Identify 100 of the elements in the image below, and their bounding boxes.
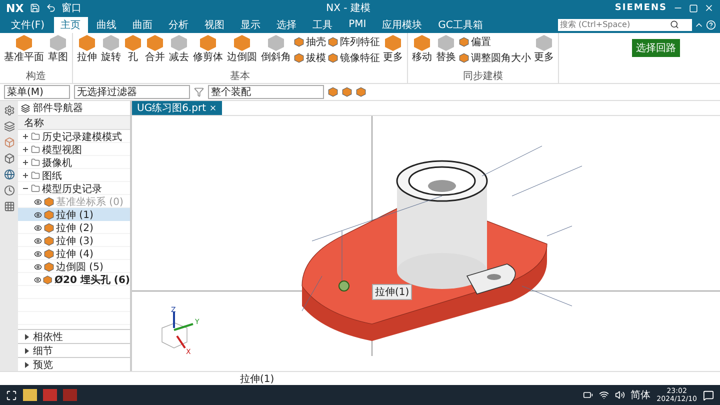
search-field[interactable]: 搜索 (Ctrl+Space) [558,18,692,30]
cube-icon [438,35,454,51]
ribbon-button[interactable]: 减去 [168,35,190,71]
ribbon-button[interactable]: 合并 [144,35,166,71]
folder-icon [31,145,40,154]
ribbon-button[interactable]: 移动 [411,35,433,71]
ribbon-button[interactable]: 偏置 [459,35,531,49]
ribbon-button[interactable]: 镜像特征 [328,51,380,65]
menu-tab[interactable]: 主页 [54,16,88,32]
tree-item[interactable]: 边倒圆 (5) [18,260,130,273]
ribbon-button[interactable]: 更多 [533,35,555,71]
menu-tab[interactable]: 工具 [306,16,340,32]
tree-item-label: 基准坐标系 (0) [56,196,124,208]
notification-icon[interactable] [703,390,714,400]
selection-widget[interactable]: 选择回路 [632,39,680,57]
eye-icon[interactable] [34,262,42,270]
ime-indicator[interactable]: 简体 [630,388,651,402]
cube-icon [103,35,119,51]
cube-icon[interactable] [4,153,14,164]
ribbon-button[interactable]: 调整圆角大小 [459,51,531,65]
save-icon[interactable] [30,3,40,13]
expand-icon[interactable] [22,172,28,178]
menu-tab[interactable]: 曲面 [126,16,160,32]
menu-tab[interactable]: 视图 [198,16,232,32]
tree-item[interactable]: 摄像机 [18,156,130,169]
grid-icon[interactable] [4,201,14,212]
ribbon-button[interactable]: 抽壳 [294,35,326,49]
menu-tab[interactable]: 显示 [234,16,268,32]
menu-tab[interactable]: 选择 [270,16,304,32]
expand-icon[interactable] [22,160,28,166]
tree-item-label: 摄像机 [42,156,72,170]
menu-tab[interactable]: GC工具箱 [431,16,490,32]
tree-item[interactable]: 拉伸 (4) [18,247,130,260]
search-icon[interactable] [670,20,679,29]
expand-icon[interactable] [22,134,28,140]
ribbon-button[interactable]: 拔模 [294,51,326,65]
help-icon[interactable] [706,20,716,30]
tree-item[interactable]: 拉伸 (3) [18,234,130,247]
ribbon-button[interactable]: 更多 [382,35,404,71]
ribbon-button[interactable]: 基准平面 [3,35,45,71]
expand-icon[interactable] [25,362,29,368]
eye-icon[interactable] [34,250,42,258]
brand-logo: SIEMENS [614,3,667,13]
menu-tab[interactable]: 文件(F) [4,16,52,32]
settings-icon[interactable] [4,105,14,116]
document-tab[interactable]: UG练习图6.prt [132,101,222,115]
navigator-title: 部件导航器 [33,102,83,115]
scope-dropdown[interactable]: 整个装配 [208,85,324,99]
eye-icon[interactable] [34,210,42,218]
tree-item[interactable]: 历史记录建模模式 [18,130,130,143]
ribbon-button[interactable]: 阵列特征 [328,35,380,49]
folder-icon [31,184,40,193]
menu-dropdown[interactable]: 菜单(M) [4,85,70,99]
eye-icon[interactable] [34,224,42,232]
ribbon-button[interactable]: 旋转 [100,35,122,71]
panel-header[interactable]: 预览 [18,357,130,371]
eye-icon[interactable] [34,236,42,244]
tree-item[interactable]: 模型视图 [18,143,130,156]
ribbon-button[interactable]: 边倒圆 [226,35,258,71]
axis-triad-drawing [162,312,194,349]
close-icon[interactable] [704,3,714,13]
window-menu[interactable]: 窗口 [62,1,82,15]
ribbon-button[interactable]: 修剪体 [192,35,224,71]
tree-item[interactable]: Ø20 埋头孔 (6) [18,273,130,286]
tree-item[interactable]: 拉伸 (2) [18,221,130,234]
ribbon-button[interactable]: 孔 [124,35,142,71]
panel-header[interactable]: 细节 [18,343,130,357]
maximize-icon[interactable] [689,4,698,12]
filter-icon[interactable] [194,87,204,97]
expand-icon[interactable] [25,334,29,340]
undo-icon[interactable] [46,3,56,13]
filter-dropdown[interactable]: 无选择过滤器 [74,85,190,99]
ribbon-group-title: 构造 [25,71,47,83]
tree-item[interactable]: 图纸 [18,169,130,182]
menu-tab[interactable]: PMI [342,18,374,31]
ribbon-button[interactable]: 草图 [47,35,69,71]
clock-icon[interactable] [4,185,14,196]
ribbon-button[interactable]: 替换 [435,35,457,71]
tree-item[interactable]: 拉伸 (1) [18,208,130,221]
globe-icon[interactable] [4,169,14,180]
close-icon[interactable] [209,104,217,112]
ribbon-button[interactable]: 拉伸 [76,35,98,71]
cube-icon [234,35,250,51]
cube-icon [385,35,401,51]
ribbon-button[interactable]: 倒斜角 [260,35,292,71]
tree-item-label: 模型视图 [42,144,82,156]
cube-icon [171,35,187,51]
eye-icon[interactable] [34,276,42,284]
menu-tab[interactable]: 曲线 [90,16,124,32]
menu-tab[interactable]: 应用模块 [375,16,430,32]
expand-icon[interactable] [25,348,29,354]
status-text: 拉伸(1) [240,374,274,385]
tree-item[interactable]: 模型历史记录 [18,182,130,195]
column-header[interactable]: 名称 [18,116,130,130]
cube-icon [79,35,95,51]
expand-icon[interactable] [22,146,28,152]
layers-icon[interactable] [4,121,14,132]
menu-tab[interactable]: 分析 [162,16,196,32]
tree-item-label: 历史记录建模模式 [42,130,122,144]
panel-header[interactable]: 相依性 [18,329,130,343]
